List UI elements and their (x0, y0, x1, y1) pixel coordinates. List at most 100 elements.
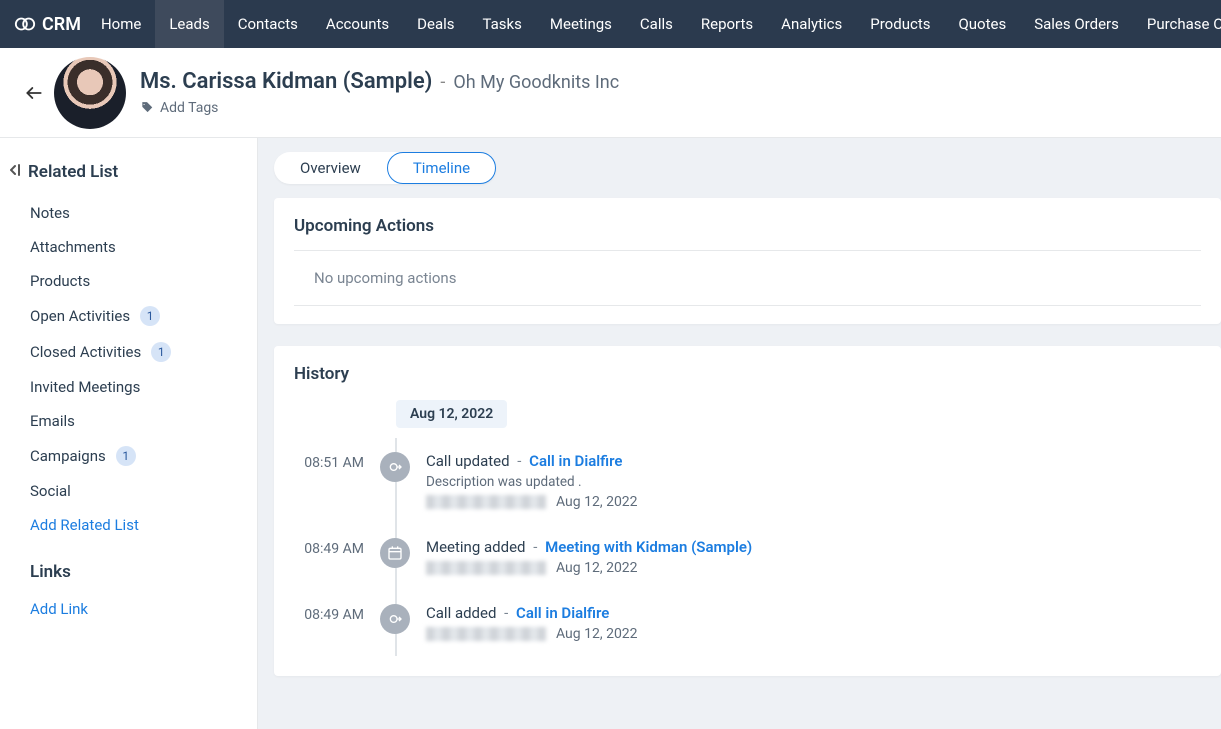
nav-item-calls[interactable]: Calls (626, 0, 687, 48)
timeline-item: 08:49 AMMeeting added - Meeting with Kid… (366, 524, 1201, 590)
nav-item-label: Deals (417, 15, 454, 33)
timeline-item-user-redacted (426, 495, 546, 509)
sidebar-item-open-activities[interactable]: Open Activities1 (10, 298, 247, 334)
add-related-list-label: Add Related List (30, 516, 139, 534)
timeline-item-description: Description was updated . (426, 474, 1201, 490)
timeline-item-meta: Aug 12, 2022 (426, 626, 1201, 642)
upcoming-actions-card: Upcoming Actions No upcoming actions (274, 198, 1221, 324)
sidebar-item-label: Social (30, 482, 71, 500)
nav-item-accounts[interactable]: Accounts (312, 0, 403, 48)
arrow-left-icon (24, 83, 44, 103)
timeline-item-meta-date: Aug 12, 2022 (556, 626, 638, 642)
sidebar-item-social[interactable]: Social (10, 474, 247, 508)
add-related-list-button[interactable]: Add Related List (10, 508, 247, 542)
timeline-item-bullet (380, 452, 410, 482)
nav-item-quotes[interactable]: Quotes (944, 0, 1020, 48)
title-separator: - (440, 72, 445, 93)
timeline-item-body: Call added - Call in Dialfire Aug 12, 202… (426, 604, 1201, 642)
nav-item-leads[interactable]: Leads (155, 0, 223, 48)
nav-item-label: Meetings (550, 15, 612, 33)
links-heading: Links (30, 562, 247, 582)
nav-item-contacts[interactable]: Contacts (224, 0, 312, 48)
nav-item-purchase-orders[interactable]: Purchase Orders (1133, 0, 1221, 48)
sidebar-item-label: Closed Activities (30, 343, 141, 361)
nav-item-label: Products (870, 15, 930, 33)
sidebar-item-emails[interactable]: Emails (10, 404, 247, 438)
sidebar-item-closed-activities[interactable]: Closed Activities 1 (10, 334, 247, 370)
upcoming-empty-text: No upcoming actions (294, 250, 1201, 306)
record-company: Oh My Goodknits Inc (453, 72, 619, 93)
timeline-item-action: Call added (426, 604, 496, 622)
nav-items: Home Leads Contacts Accounts Deals Tasks Meeti… (87, 0, 1221, 48)
add-link-button[interactable]: Add Link (10, 592, 247, 626)
timeline-item-body: Call updated - Call in DialfireDescripti… (426, 452, 1201, 510)
upcoming-actions-heading: Upcoming Actions (294, 216, 1201, 236)
sidebar-item-products[interactable]: Products (10, 264, 247, 298)
timeline-item-bullet (380, 538, 410, 568)
nav-item-label: Reports (701, 15, 753, 33)
nav-item-meetings[interactable]: Meetings (536, 0, 626, 48)
sidebar-item-badge: 1 (116, 446, 136, 466)
nav-item-label: Analytics (781, 15, 842, 33)
nav-item-label: Quotes (958, 15, 1006, 33)
timeline-item-meta-date: Aug 12, 2022 (556, 560, 638, 576)
view-tabs: Overview Timeline (274, 152, 496, 184)
sidebar-item-label: Products (30, 272, 90, 290)
sidebar-item-badge: 1 (151, 342, 171, 362)
sidebar-item-notes[interactable]: Notes (10, 196, 247, 230)
sidebar-item-campaigns[interactable]: Campaigns1 (10, 438, 247, 474)
history-heading: History (294, 364, 1201, 384)
collapse-icon[interactable] (10, 162, 22, 182)
nav-item-label: Sales Orders (1034, 15, 1119, 33)
sidebar-item-label: Invited Meetings (30, 378, 140, 396)
add-tags-button[interactable]: Add Tags (140, 100, 619, 116)
content-area: Overview Timeline Upcoming Actions No up… (257, 138, 1221, 729)
nav-item-home[interactable]: Home (87, 0, 155, 48)
nav-item-label: Home (101, 15, 141, 33)
tag-icon (140, 101, 154, 115)
timeline-item-link[interactable]: Call in Dialfire (516, 604, 609, 622)
timeline-item-body: Meeting added - Meeting with Kidman (Sam… (426, 538, 1201, 576)
add-tags-label: Add Tags (160, 100, 218, 116)
nav-item-products[interactable]: Products (856, 0, 944, 48)
nav-item-label: Purchase Orders (1147, 15, 1221, 33)
sidebar-item-invited-meetings[interactable]: Invited Meetings (10, 370, 247, 404)
nav-item-sales-orders[interactable]: Sales Orders (1020, 0, 1133, 48)
timeline-item-link[interactable]: Call in Dialfire (529, 452, 622, 470)
timeline-item-user-redacted (426, 561, 546, 575)
tab-timeline[interactable]: Timeline (387, 152, 496, 184)
timeline-date-chip: Aug 12, 2022 (396, 400, 507, 428)
calendar-icon (387, 545, 403, 561)
tab-overview[interactable]: Overview (274, 152, 387, 184)
timeline-item-bullet (380, 604, 410, 634)
timeline-item-meta-date: Aug 12, 2022 (556, 494, 638, 510)
sidebar-items: NotesAttachmentsProductsOpen Activities1… (10, 196, 247, 508)
timeline-item-dash: - (500, 604, 512, 622)
timeline-item-action: Call updated (426, 452, 510, 470)
nav-item-label: Contacts (238, 15, 298, 33)
timeline-item-dash: - (529, 538, 541, 556)
nav-item-analytics[interactable]: Analytics (767, 0, 856, 48)
timeline: Aug 12, 2022 08:51 AMCall updated - Call… (294, 396, 1201, 656)
avatar (54, 57, 126, 129)
brand: CRM (14, 13, 81, 35)
back-button[interactable] (22, 81, 46, 105)
timeline-item-link[interactable]: Meeting with Kidman (Sample) (545, 538, 752, 556)
nav-item-label: Tasks (483, 15, 522, 33)
timeline-item-action: Meeting added (426, 538, 525, 556)
related-list-heading: Related List (10, 162, 247, 182)
timeline-item-time: 08:49 AM (294, 604, 364, 623)
timeline-item-user-redacted (426, 627, 546, 641)
sidebar-item-label: Open Activities (30, 307, 130, 325)
nav-item-tasks[interactable]: Tasks (469, 0, 536, 48)
history-card: History Aug 12, 2022 08:51 AMCall update… (274, 346, 1221, 676)
sidebar-item-label: Attachments (30, 238, 116, 256)
sidebar: Related List Notes Attachments Products Ope… (0, 138, 257, 729)
nav-item-deals[interactable]: Deals (403, 0, 468, 48)
call-icon (387, 459, 403, 475)
brand-logo-icon (14, 13, 36, 35)
nav-item-reports[interactable]: Reports (687, 0, 767, 48)
timeline-item: 08:51 AMCall updated - Call in DialfireD… (366, 438, 1201, 524)
sidebar-item-attachments[interactable]: Attachments (10, 230, 247, 264)
record-title: Ms. Carissa Kidman (Sample) (140, 69, 432, 94)
